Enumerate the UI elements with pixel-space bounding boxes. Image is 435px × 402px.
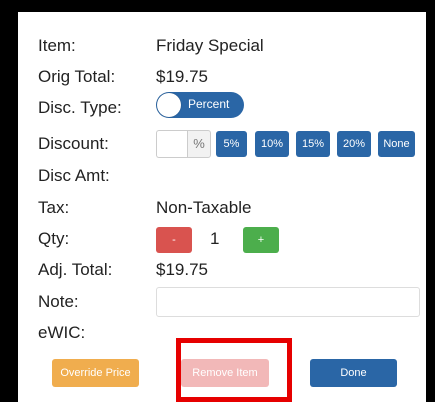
- toggle-label: Percent: [188, 97, 230, 111]
- discount-none-button[interactable]: None: [378, 131, 415, 157]
- tax-label: Tax:: [38, 198, 70, 217]
- discount-percent-suffix: %: [187, 130, 211, 158]
- note-input[interactable]: [156, 287, 420, 317]
- frame-border-left: [0, 0, 18, 402]
- disc-amt-label: Disc Amt:: [38, 166, 110, 185]
- discount-20-button[interactable]: 20%: [337, 131, 371, 157]
- ewic-label: eWIC:: [38, 323, 86, 342]
- item-value: Friday Special: [156, 36, 264, 55]
- qty-increment-button[interactable]: +: [243, 227, 279, 253]
- qty-value: 1: [210, 229, 220, 248]
- discount-input[interactable]: [156, 130, 187, 158]
- disc-type-toggle[interactable]: Percent: [156, 92, 244, 118]
- item-edit-panel: Item: Friday Special Orig Total: $19.75 …: [18, 12, 426, 402]
- disc-type-label: Disc. Type:: [38, 98, 122, 117]
- frame-border-top: [0, 0, 435, 12]
- discount-10-button[interactable]: 10%: [255, 131, 289, 157]
- orig-total-label: Orig Total:: [38, 67, 116, 86]
- tax-value: Non-Taxable: [156, 198, 252, 217]
- discount-5-button[interactable]: 5%: [216, 131, 247, 157]
- orig-total-value: $19.75: [156, 67, 208, 86]
- note-label: Note:: [38, 292, 79, 311]
- frame-border-right: [426, 0, 435, 402]
- override-price-button[interactable]: Override Price: [52, 359, 139, 387]
- adj-total-value: $19.75: [156, 260, 208, 279]
- remove-item-button[interactable]: Remove Item: [181, 359, 269, 387]
- discount-15-button[interactable]: 15%: [296, 131, 330, 157]
- qty-label: Qty:: [38, 229, 70, 248]
- discount-label: Discount:: [38, 134, 109, 153]
- toggle-knob: [157, 93, 181, 117]
- item-label: Item:: [38, 36, 76, 55]
- qty-decrement-button[interactable]: -: [156, 227, 192, 253]
- done-button[interactable]: Done: [310, 359, 397, 387]
- adj-total-label: Adj. Total:: [38, 260, 113, 279]
